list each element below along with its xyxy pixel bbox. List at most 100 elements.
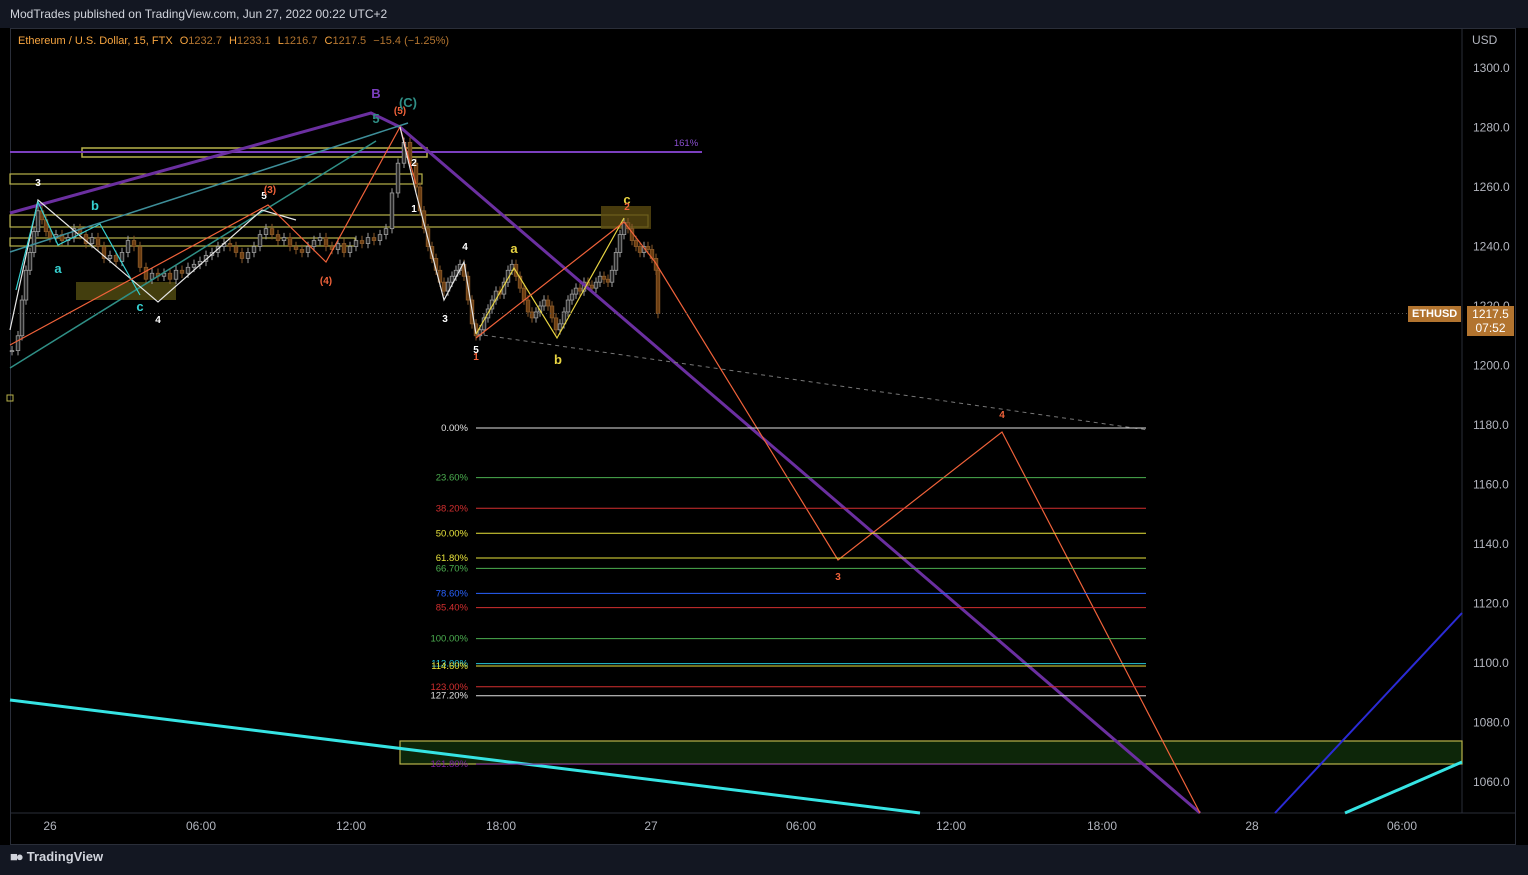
candle-body bbox=[597, 275, 603, 283]
price-axis-tick: 1080.0 bbox=[1473, 716, 1510, 730]
candle-body bbox=[395, 162, 401, 194]
wave-label-major: 5 bbox=[372, 111, 379, 126]
candle-body bbox=[545, 299, 551, 307]
time-axis-tick: 06:00 bbox=[186, 819, 216, 833]
wave-label-orange: 2 bbox=[624, 202, 630, 213]
candle-body bbox=[47, 231, 53, 238]
wave-label-orange: (4) bbox=[320, 276, 332, 287]
fib-level-label: 66.70% bbox=[436, 563, 469, 574]
wave-label-orange: 3 bbox=[835, 572, 841, 583]
candle-body bbox=[377, 234, 383, 241]
candle-body bbox=[371, 237, 377, 241]
candle-body bbox=[27, 252, 33, 271]
candle-body bbox=[521, 287, 527, 301]
footer-bar bbox=[0, 845, 1528, 875]
candle-body bbox=[89, 237, 95, 244]
candle-body bbox=[609, 269, 615, 283]
candle-body bbox=[601, 275, 607, 280]
candle-body bbox=[589, 284, 595, 289]
candle-body bbox=[655, 269, 661, 314]
candle-body bbox=[637, 246, 643, 253]
candle-body bbox=[557, 323, 563, 331]
blue-trendline bbox=[1274, 612, 1463, 814]
price-chart[interactable]: USD1300.01280.01260.01240.01220.01200.01… bbox=[0, 0, 1528, 875]
candle-body bbox=[31, 231, 37, 253]
candle-body bbox=[565, 299, 571, 313]
candle-body bbox=[281, 237, 287, 241]
white-wave bbox=[9, 198, 297, 331]
fib-level-label: 85.40% bbox=[436, 603, 469, 614]
cyan-trendline bbox=[1344, 760, 1463, 815]
time-axis-tick: 18:00 bbox=[486, 819, 516, 833]
candle-body bbox=[251, 246, 257, 253]
candle-body bbox=[191, 263, 197, 268]
last-price-tag: 1217.5 07:52 bbox=[1467, 306, 1514, 336]
candle-body bbox=[257, 234, 263, 247]
candle-body bbox=[323, 237, 329, 247]
wave-label-yellow: b bbox=[554, 352, 562, 367]
zone-box bbox=[9, 173, 423, 185]
fib-level-label: 161.80% bbox=[430, 759, 468, 770]
wave-label-orange: (3) bbox=[264, 185, 276, 196]
fib-level-label: 127.20% bbox=[430, 691, 468, 702]
candle-body bbox=[23, 269, 29, 301]
fib-level-label: 61.80% bbox=[436, 553, 469, 564]
candle-body bbox=[125, 240, 131, 253]
chart-legend: Ethereum / U.S. Dollar, 15, FTX O1232.7 … bbox=[18, 35, 449, 47]
price-axis-tick: 1200.0 bbox=[1473, 359, 1510, 373]
candle-body bbox=[335, 243, 341, 250]
price-axis-tick: 1280.0 bbox=[1473, 121, 1510, 135]
wave-label-white: 1 bbox=[411, 204, 417, 215]
price-axis-tick: 1140.0 bbox=[1473, 537, 1509, 551]
wave-label-major: B bbox=[371, 86, 380, 101]
wave-label-orange: 1 bbox=[473, 352, 479, 363]
candle-body bbox=[605, 278, 611, 283]
price-axis-tick: 1100.0 bbox=[1473, 656, 1509, 670]
candle-body bbox=[389, 192, 395, 230]
target-zone bbox=[399, 740, 1463, 765]
fib-level-label: 38.20% bbox=[436, 503, 469, 514]
candle-body bbox=[593, 281, 599, 289]
price-axis-tick: 1120.0 bbox=[1473, 597, 1509, 611]
candle-body bbox=[293, 246, 299, 250]
candle-body bbox=[311, 240, 317, 247]
price-axis-tick: 1240.0 bbox=[1473, 240, 1510, 254]
candle-body bbox=[529, 311, 535, 319]
legend-high: 1233.1 bbox=[236, 35, 271, 47]
candle-body bbox=[533, 311, 539, 319]
candle-body bbox=[275, 234, 281, 241]
price-axis-tick: 1160.0 bbox=[1473, 478, 1509, 492]
candle-body bbox=[347, 246, 353, 253]
candle-body bbox=[305, 246, 311, 253]
candle-body bbox=[353, 240, 359, 247]
candle-body bbox=[341, 243, 347, 253]
candle-body bbox=[549, 305, 555, 319]
fib-level-label: 0.00% bbox=[441, 423, 468, 434]
price-axis-tick: 1180.0 bbox=[1473, 418, 1509, 432]
candle-body bbox=[239, 252, 245, 259]
symbol-tag: ETHUSD bbox=[1408, 306, 1462, 322]
candle-body bbox=[441, 281, 447, 292]
extension-label: 161% bbox=[674, 138, 699, 149]
bar-countdown: 07:52 bbox=[1475, 321, 1506, 335]
candle-body bbox=[35, 210, 41, 233]
fib-level-label: 114.60% bbox=[431, 661, 468, 672]
last-price: 1217.5 bbox=[1472, 307, 1509, 321]
fib-level-label: 50.00% bbox=[436, 528, 469, 539]
candle-body bbox=[317, 237, 323, 241]
candle-body bbox=[233, 246, 239, 253]
candle-body bbox=[569, 293, 575, 301]
teal-trendline bbox=[9, 122, 409, 253]
candle-body bbox=[383, 228, 389, 235]
tradingview-logo[interactable]: ■● TradingView bbox=[10, 849, 103, 864]
candle-body bbox=[263, 228, 269, 235]
time-axis-tick: 18:00 bbox=[1087, 819, 1117, 833]
fib-level-label: 100.00% bbox=[430, 634, 468, 645]
orange-projection bbox=[475, 221, 1201, 814]
wave-label-orange: 4 bbox=[999, 410, 1005, 421]
candle-body bbox=[19, 299, 25, 337]
candle-body bbox=[185, 266, 191, 274]
price-axis-tick: 1300.0 bbox=[1473, 61, 1510, 75]
candle-body bbox=[577, 287, 583, 292]
wave-label-white: 4 bbox=[155, 315, 161, 326]
